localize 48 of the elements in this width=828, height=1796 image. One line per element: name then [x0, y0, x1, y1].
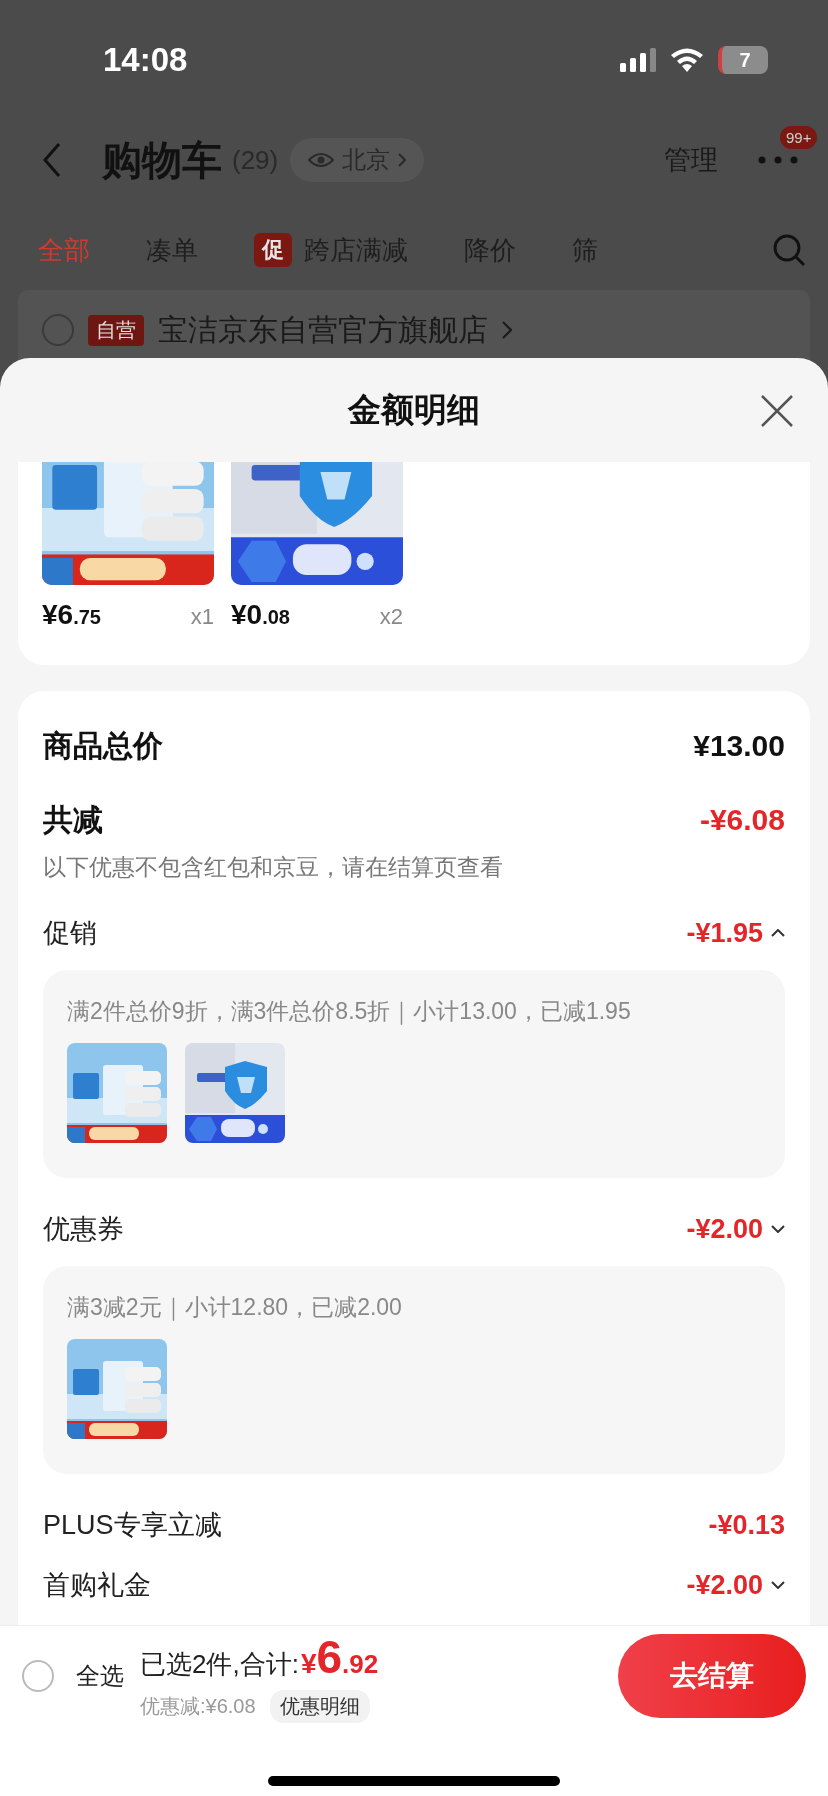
reduction-note: 以下优惠不包含红包和京豆，请在结算页查看 — [43, 852, 504, 882]
discount-amount: -¥2.00 — [686, 1569, 763, 1601]
signal-icon — [620, 48, 656, 72]
saved-amount: 优惠减:¥6.08 — [140, 1693, 256, 1719]
eye-icon — [308, 151, 335, 169]
chevron-icon[interactable] — [771, 1581, 785, 1589]
store-name[interactable]: 宝洁京东自营官方旗舰店 — [158, 309, 488, 351]
item-quantity: x1 — [190, 604, 214, 630]
self-run-tag: 自营 — [88, 314, 144, 346]
back-icon[interactable] — [42, 142, 62, 178]
total-label: 商品总价 — [43, 727, 163, 764]
discount-label: 首购礼金 — [43, 1569, 151, 1602]
select-all-label[interactable]: 全选 — [76, 1660, 124, 1692]
chevron-icon[interactable] — [771, 1225, 785, 1233]
chevron-icon[interactable] — [771, 929, 785, 937]
promo-badge: 促 — [254, 233, 292, 267]
discount-label: 优惠券 — [43, 1213, 124, 1246]
filter-tab[interactable]: 全部 — [38, 232, 90, 268]
discount-label: 促销 — [43, 917, 97, 950]
wifi-icon — [670, 48, 704, 72]
more-icon[interactable] — [758, 156, 798, 164]
discount-amount: -¥0.13 — [708, 1509, 785, 1541]
notification-badge: 99+ — [780, 126, 818, 149]
page-title: 购物车 — [102, 136, 222, 184]
close-icon[interactable] — [760, 394, 794, 428]
battery-level: 7 — [718, 46, 768, 74]
selected-summary: 已选2件,合计: — [140, 1647, 299, 1681]
discount-detail: 满2件总价9折，满3件总价8.5折｜小计13.00，已减1.95 — [67, 997, 632, 1027]
item-price: ¥6.75 — [42, 599, 101, 631]
reduction-label: 共减 — [43, 801, 103, 838]
discount-amount: -¥1.95 — [686, 917, 763, 949]
total-price: ¥6.92 — [300, 1629, 379, 1684]
store-checkbox[interactable] — [42, 314, 74, 346]
reduction-value: -¥6.08 — [699, 803, 785, 837]
discount-amount: -¥2.00 — [686, 1213, 763, 1245]
select-all-checkbox[interactable] — [22, 1660, 54, 1692]
chevron-right-icon — [398, 153, 407, 167]
discount-label: PLUS专享立减 — [43, 1509, 222, 1542]
clock: 14:08 — [103, 40, 188, 79]
total-value: ¥13.00 — [693, 729, 785, 763]
discount-detail-chip[interactable]: 优惠明细 — [269, 1689, 370, 1723]
checkout-button[interactable]: 去结算 — [618, 1634, 806, 1718]
sheet-title: 金额明细 — [348, 389, 480, 430]
item-price: ¥0.08 — [231, 599, 290, 631]
chevron-right-icon — [502, 321, 512, 339]
item-quantity: x2 — [379, 604, 403, 630]
search-icon[interactable] — [772, 233, 806, 267]
discount-detail: 满3减2元｜小计12.80，已减2.00 — [67, 1293, 403, 1323]
